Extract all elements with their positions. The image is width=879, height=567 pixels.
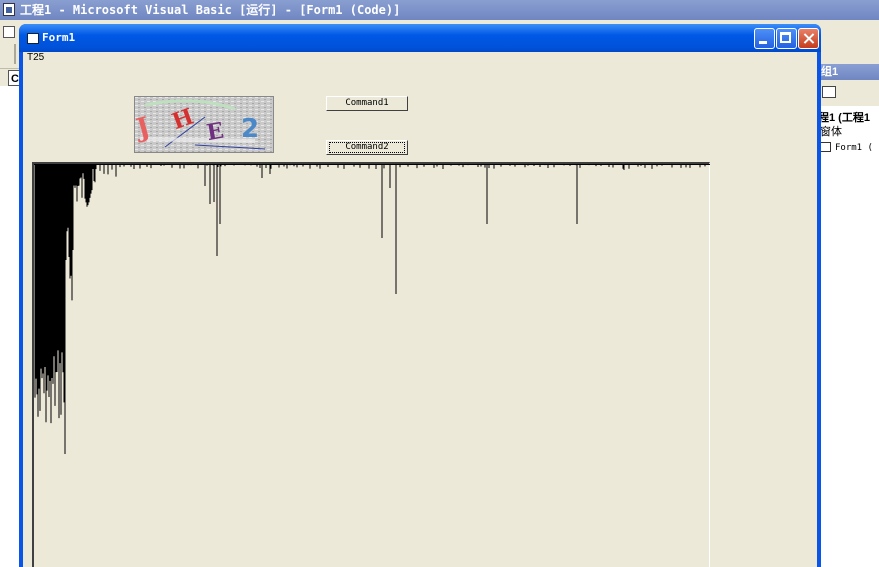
tree-item-project[interactable]: 程1 (工程1 <box>818 111 870 125</box>
form1-client-area: T25 J H E 2 Command1 Command2 <box>23 52 817 567</box>
toolbox-panel <box>0 86 21 567</box>
minimize-button[interactable] <box>754 28 775 49</box>
form-window-icon[interactable] <box>27 33 39 44</box>
form1-title-bar[interactable]: Form1 <box>19 24 821 52</box>
command1-button[interactable]: Command1 <box>326 96 408 111</box>
status-label: T25 <box>27 52 45 63</box>
form1-window: Form1 T25 J H E 2 Command1 Command2 <box>19 24 821 567</box>
command2-button[interactable]: Command2 <box>326 140 408 155</box>
captcha-image: J H E 2 <box>134 96 274 153</box>
pixel-histogram <box>34 164 710 454</box>
tree-item-forms-folder[interactable]: 窗体 <box>820 125 842 139</box>
captcha-letter-4: 2 <box>241 114 259 144</box>
project-explorer-title: 组1 <box>818 64 879 80</box>
close-button[interactable] <box>798 28 819 49</box>
ide-title-bar[interactable]: 工程1 - Microsoft Visual Basic [运行] - [For… <box>0 0 879 20</box>
form-file-icon <box>820 142 831 153</box>
ide-title-text: 工程1 - Microsoft Visual Basic [运行] - [For… <box>20 3 401 17</box>
maximize-button[interactable] <box>776 28 797 49</box>
focus-rectangle <box>329 142 405 153</box>
captcha-graphic: J H E 2 <box>135 97 273 152</box>
tree-item-form1[interactable]: Form1 ( <box>820 140 873 155</box>
vb-app-icon <box>3 3 15 16</box>
histogram-picture-box[interactable] <box>32 162 710 567</box>
tree-item-form1-label: Form1 ( <box>835 143 873 153</box>
toggle-folders-icon[interactable] <box>822 86 836 98</box>
project-tree: 程1 (工程1 窗体 Form1 ( <box>818 106 879 567</box>
toolbar-separator <box>14 44 16 64</box>
form-icon[interactable] <box>3 26 15 38</box>
form1-title: Form1 <box>42 31 76 44</box>
